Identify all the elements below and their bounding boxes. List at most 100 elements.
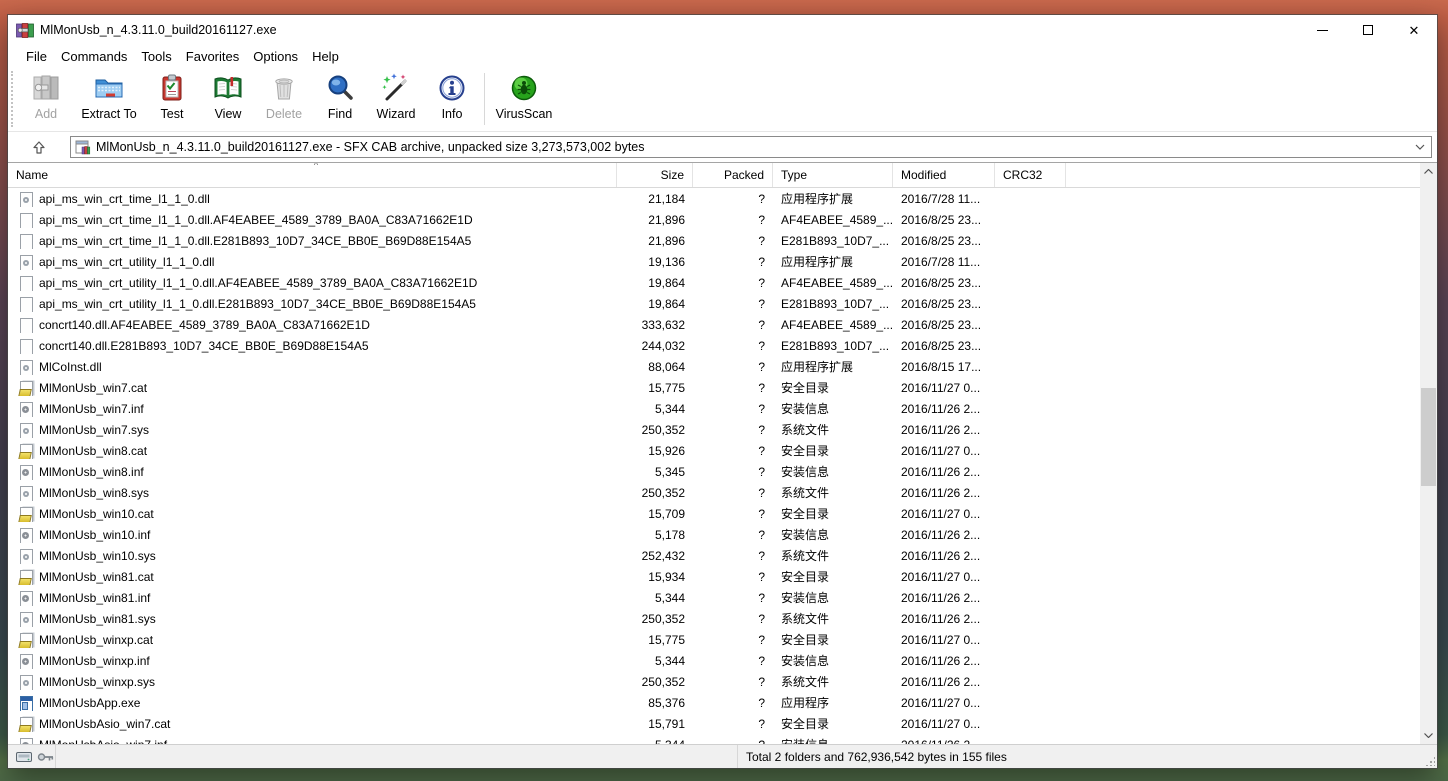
file-packed: ? bbox=[693, 696, 773, 710]
table-row[interactable]: MlMonUsb_win81.inf 5,344 ? 安装信息 2016/11/… bbox=[8, 587, 1420, 608]
archive-path-combobox[interactable]: MlMonUsb_n_4.3.11.0_build20161127.exe - … bbox=[70, 136, 1432, 158]
table-row[interactable]: MlMonUsb_win10.cat 15,709 ? 安全目录 2016/11… bbox=[8, 503, 1420, 524]
up-directory-button[interactable] bbox=[24, 135, 54, 159]
wizard-button[interactable]: Wizard bbox=[368, 67, 424, 131]
file-icon bbox=[18, 275, 34, 291]
table-row[interactable]: concrt140.dll.AF4EABEE_4589_3789_BA0A_C8… bbox=[8, 314, 1420, 335]
scrollbar-thumb[interactable] bbox=[1421, 388, 1436, 486]
file-size: 21,184 bbox=[617, 192, 693, 206]
table-row[interactable]: MlMonUsb_win10.sys 252,432 ? 系统文件 2016/1… bbox=[8, 545, 1420, 566]
file-name: api_ms_win_crt_time_l1_1_0.dll bbox=[39, 192, 210, 206]
info-button[interactable]: Info bbox=[424, 67, 480, 131]
file-size: 19,864 bbox=[617, 276, 693, 290]
column-header-type[interactable]: Type bbox=[773, 163, 893, 187]
file-icon bbox=[18, 653, 34, 669]
table-row[interactable]: MlMonUsb_win81.sys 250,352 ? 系统文件 2016/1… bbox=[8, 608, 1420, 629]
menu-item[interactable]: Commands bbox=[54, 47, 134, 66]
file-type: AF4EABEE_4589_... bbox=[773, 276, 893, 290]
table-row[interactable]: api_ms_win_crt_time_l1_1_0.dll 21,184 ? … bbox=[8, 188, 1420, 209]
file-name: MlMonUsb_win81.inf bbox=[39, 591, 150, 605]
view-button[interactable]: View bbox=[200, 67, 256, 131]
column-header-size[interactable]: Size bbox=[617, 163, 693, 187]
file-modified: 2016/11/27 0... bbox=[893, 507, 995, 521]
file-modified: 2016/11/26 2... bbox=[893, 675, 995, 689]
close-button[interactable]: ✕ bbox=[1391, 15, 1437, 45]
file-size: 5,344 bbox=[617, 654, 693, 668]
table-row[interactable]: MlMonUsbAsio_win7.inf 5,344 ? 安装信息 2016/… bbox=[8, 734, 1420, 744]
delete-button[interactable]: Delete bbox=[256, 67, 312, 131]
file-icon bbox=[18, 485, 34, 501]
column-header-modified-label: Modified bbox=[901, 168, 946, 182]
table-row[interactable]: MlMonUsbAsio_win7.cat 15,791 ? 安全目录 2016… bbox=[8, 713, 1420, 734]
menu-item[interactable]: Options bbox=[246, 47, 305, 66]
column-header-crc32[interactable]: CRC32 bbox=[995, 163, 1066, 187]
table-row[interactable]: concrt140.dll.E281B893_10D7_34CE_BB0E_B6… bbox=[8, 335, 1420, 356]
find-magnifier-icon bbox=[324, 72, 356, 104]
file-modified: 2016/11/26 2... bbox=[893, 423, 995, 437]
file-name: MlMonUsb_win81.sys bbox=[39, 612, 156, 626]
file-icon bbox=[18, 212, 34, 228]
table-row[interactable]: MlMonUsb_win81.cat 15,934 ? 安全目录 2016/11… bbox=[8, 566, 1420, 587]
file-modified: 2016/11/26 2... bbox=[893, 528, 995, 542]
file-modified: 2016/7/28 11... bbox=[893, 192, 995, 206]
menu-item[interactable]: Help bbox=[305, 47, 346, 66]
table-row[interactable]: api_ms_win_crt_time_l1_1_0.dll.AF4EABEE_… bbox=[8, 209, 1420, 230]
scroll-down-button[interactable] bbox=[1420, 727, 1437, 744]
table-row[interactable]: MlMonUsb_win8.inf 5,345 ? 安装信息 2016/11/2… bbox=[8, 461, 1420, 482]
table-row[interactable]: MlMonUsb_win8.cat 15,926 ? 安全目录 2016/11/… bbox=[8, 440, 1420, 461]
virusscan-label: VirusScan bbox=[496, 107, 553, 121]
table-row[interactable]: MlMonUsb_win7.sys 250,352 ? 系统文件 2016/11… bbox=[8, 419, 1420, 440]
menu-item[interactable]: File bbox=[19, 47, 54, 66]
add-button[interactable]: Add bbox=[18, 67, 74, 131]
table-row[interactable]: MlMonUsb_win8.sys 250,352 ? 系统文件 2016/11… bbox=[8, 482, 1420, 503]
file-name: MlMonUsbAsio_win7.cat bbox=[39, 717, 170, 731]
extract-to-button[interactable]: Extract To bbox=[74, 67, 144, 131]
table-row[interactable]: MlMonUsbApp.exe 85,376 ? 应用程序 2016/11/27… bbox=[8, 692, 1420, 713]
file-name: MlMonUsb_winxp.sys bbox=[39, 675, 155, 689]
test-button[interactable]: Test bbox=[144, 67, 200, 131]
column-header-modified[interactable]: Modified bbox=[893, 163, 995, 187]
file-modified: 2016/11/26 2... bbox=[893, 612, 995, 626]
column-header-size-label: Size bbox=[661, 168, 684, 182]
title-bar: MlMonUsb_n_4.3.11.0_build20161127.exe ✕ bbox=[8, 15, 1437, 45]
file-packed: ? bbox=[693, 612, 773, 626]
file-type: 安全目录 bbox=[773, 442, 893, 459]
table-row[interactable]: MlMonUsb_win7.inf 5,344 ? 安装信息 2016/11/2… bbox=[8, 398, 1420, 419]
maximize-button[interactable] bbox=[1345, 15, 1391, 45]
menu-item[interactable]: Favorites bbox=[179, 47, 246, 66]
file-type: E281B893_10D7_... bbox=[773, 297, 893, 311]
add-label: Add bbox=[35, 107, 57, 121]
key-icon[interactable] bbox=[37, 751, 54, 763]
minimize-button[interactable] bbox=[1299, 15, 1345, 45]
vertical-scrollbar[interactable] bbox=[1420, 163, 1437, 744]
table-row[interactable]: MlCoInst.dll 88,064 ? 应用程序扩展 2016/8/15 1… bbox=[8, 356, 1420, 377]
menu-item[interactable]: Tools bbox=[134, 47, 178, 66]
table-row[interactable]: MlMonUsb_winxp.sys 250,352 ? 系统文件 2016/1… bbox=[8, 671, 1420, 692]
address-row: MlMonUsb_n_4.3.11.0_build20161127.exe - … bbox=[8, 132, 1437, 162]
file-modified: 2016/11/26 2... bbox=[893, 549, 995, 563]
table-row[interactable]: api_ms_win_crt_utility_l1_1_0.dll.E281B8… bbox=[8, 293, 1420, 314]
find-button[interactable]: Find bbox=[312, 67, 368, 131]
column-header-name[interactable]: Name ^ bbox=[8, 163, 617, 187]
table-row[interactable]: api_ms_win_crt_utility_l1_1_0.dll 19,136… bbox=[8, 251, 1420, 272]
column-header-packed[interactable]: Packed bbox=[693, 163, 773, 187]
table-row[interactable]: api_ms_win_crt_utility_l1_1_0.dll.AF4EAB… bbox=[8, 272, 1420, 293]
combobox-dropdown-button[interactable] bbox=[1409, 137, 1431, 157]
file-type: 安装信息 bbox=[773, 400, 893, 417]
table-row[interactable]: MlMonUsb_win10.inf 5,178 ? 安装信息 2016/11/… bbox=[8, 524, 1420, 545]
file-modified: 2016/11/27 0... bbox=[893, 444, 995, 458]
file-icon bbox=[18, 674, 34, 690]
scroll-up-button[interactable] bbox=[1420, 163, 1437, 180]
file-modified: 2016/11/27 0... bbox=[893, 696, 995, 710]
file-packed: ? bbox=[693, 297, 773, 311]
file-type: E281B893_10D7_... bbox=[773, 339, 893, 353]
file-type: AF4EABEE_4589_... bbox=[773, 213, 893, 227]
table-row[interactable]: api_ms_win_crt_time_l1_1_0.dll.E281B893_… bbox=[8, 230, 1420, 251]
table-row[interactable]: MlMonUsb_win7.cat 15,775 ? 安全目录 2016/11/… bbox=[8, 377, 1420, 398]
file-modified: 2016/11/26 2... bbox=[893, 402, 995, 416]
table-row[interactable]: MlMonUsb_winxp.inf 5,344 ? 安装信息 2016/11/… bbox=[8, 650, 1420, 671]
toolbar-grip[interactable] bbox=[11, 71, 17, 127]
table-row[interactable]: MlMonUsb_winxp.cat 15,775 ? 安全目录 2016/11… bbox=[8, 629, 1420, 650]
virusscan-button[interactable]: VirusScan bbox=[489, 67, 559, 131]
file-name: MlCoInst.dll bbox=[39, 360, 102, 374]
